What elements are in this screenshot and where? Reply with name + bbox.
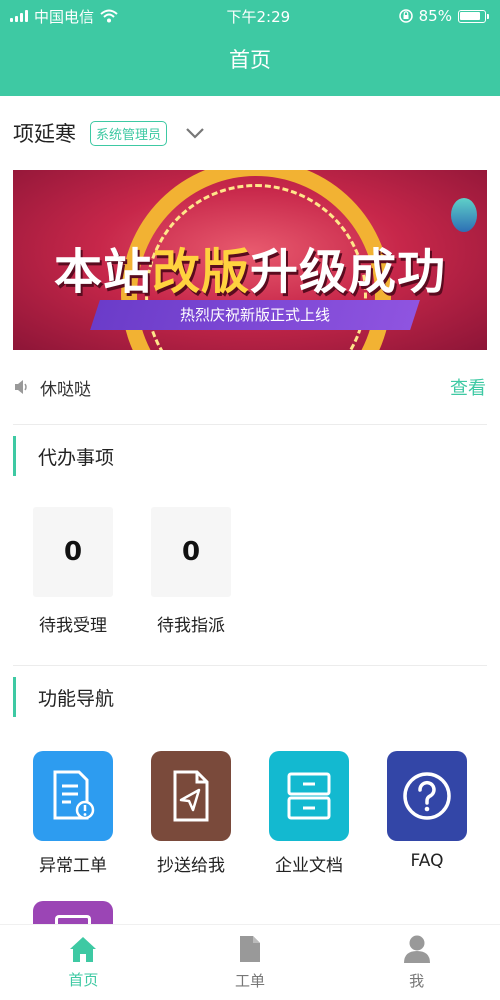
promo-banner[interactable]: 本站改版升级成功 热烈庆祝新版正式上线	[13, 170, 487, 350]
todo-section-header: 代办事项	[0, 425, 500, 487]
tab-label: 工单	[235, 972, 266, 990]
user-name: 项延寒	[13, 122, 76, 146]
send-file-icon	[151, 751, 231, 841]
todo-section-title: 代办事项	[38, 446, 115, 469]
role-badge: 系统管理员	[90, 120, 168, 146]
wifi-icon	[100, 9, 118, 23]
rotation-lock-icon	[398, 9, 413, 23]
home-icon	[70, 937, 97, 962]
todo-label: 待我指派	[157, 616, 225, 636]
nav-section-title: 功能导航	[38, 687, 115, 710]
battery-percent: 85%	[418, 7, 452, 25]
notice-row: 休哒哒 查看	[0, 350, 500, 424]
tab-home[interactable]: 首页	[0, 925, 167, 1000]
banner-headline: 本站改版升级成功	[53, 244, 447, 300]
battery-icon	[457, 9, 489, 23]
todo-count: 0	[151, 507, 231, 597]
todo-item-pending-accept[interactable]: 0 待我受理	[33, 507, 113, 665]
nav-item-enterprise-docs[interactable]: 企业文档	[269, 751, 349, 876]
view-link[interactable]: 查看	[450, 374, 486, 400]
question-icon	[387, 751, 467, 841]
todo-item-pending-assign[interactable]: 0 待我指派	[151, 507, 231, 665]
tab-me[interactable]: 我	[333, 925, 500, 1000]
status-time: 下午2:29	[226, 7, 291, 26]
todo-list: 0 待我受理 0 待我指派	[0, 487, 500, 665]
cabinet-icon	[269, 751, 349, 841]
notice-text: 休哒哒	[40, 379, 91, 400]
nav-item-label: 企业文档	[275, 856, 343, 876]
nav-item-cc-me[interactable]: 抄送给我	[151, 751, 231, 876]
doc-warning-icon	[33, 751, 113, 841]
tab-label: 我	[409, 972, 425, 990]
file-icon	[240, 936, 260, 962]
chevron-down-icon[interactable]	[185, 123, 205, 143]
banner-subtitle: 热烈庆祝新版正式上线	[90, 300, 420, 330]
tab-tickets[interactable]: 工单	[167, 925, 334, 1000]
nav-item-label: FAQ	[410, 851, 444, 871]
status-bar: 中国电信 下午2:29 85%	[0, 0, 500, 32]
top-bar: 中国电信 下午2:29 85% 首页	[0, 0, 500, 96]
nav-item-exception-ticket[interactable]: 异常工单	[33, 751, 113, 876]
todo-label: 待我受理	[39, 616, 107, 636]
user-row: 项延寒 系统管理员	[0, 96, 500, 170]
section-accent-bar	[13, 677, 16, 717]
speaker-icon	[15, 380, 27, 394]
nav-item-label: 抄送给我	[157, 856, 225, 876]
tab-label: 首页	[68, 971, 99, 989]
signal-icon	[10, 10, 28, 22]
page-title: 首页	[229, 48, 271, 72]
user-icon	[403, 935, 430, 963]
bottom-tab-bar: 首页 工单 我	[0, 924, 500, 1000]
nav-grid: 异常工单 抄送给我 企业文档 FAQ	[0, 728, 500, 876]
nav-item-label: 异常工单	[39, 856, 107, 876]
nav-item-faq[interactable]: FAQ	[387, 751, 467, 876]
section-accent-bar	[13, 436, 16, 476]
todo-count: 0	[33, 507, 113, 597]
nav-section-header: 功能导航	[0, 666, 500, 728]
carrier: 中国电信	[34, 7, 95, 26]
